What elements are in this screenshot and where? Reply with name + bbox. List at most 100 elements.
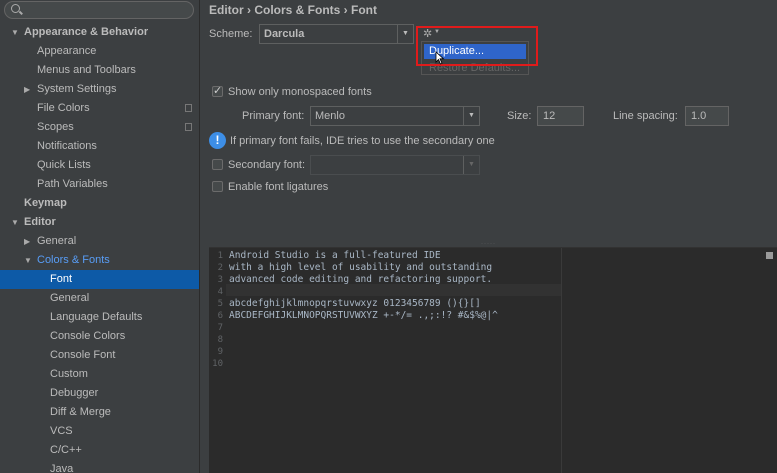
chevron-down-icon: ▼ xyxy=(463,107,479,125)
code-line: ABCDEFGHIJKLMNOPQRSTUVWXYZ +-*/= .,;:!? … xyxy=(229,310,498,321)
sidebar-item-label: General xyxy=(50,292,90,304)
sidebar-item-notifications[interactable]: Notifications xyxy=(0,137,199,156)
monospaced-only-label: Show only monospaced fonts xyxy=(228,86,372,98)
expand-down-icon[interactable]: ▼ xyxy=(11,23,19,42)
sidebar-item-label: Keymap xyxy=(24,197,67,209)
chevron-down-icon: ▼ xyxy=(463,156,479,174)
sidebar-item-font[interactable]: Font xyxy=(0,270,199,289)
scheme-label: Scheme: xyxy=(209,28,253,40)
sidebar-item-label: Scopes xyxy=(37,121,74,133)
line-number: 2 xyxy=(217,263,223,273)
font-preview-editor[interactable]: 1 2 3 4 5 6 7 8 9 10 Android Studio is a full-fea… xyxy=(209,247,777,473)
code-line: advanced code editing and refactoring su… xyxy=(229,274,493,285)
sidebar-item-label: C/C++ xyxy=(50,444,82,456)
line-number: 7 xyxy=(217,323,223,333)
sidebar-item-appearance-behavior[interactable]: ▼ Appearance & Behavior xyxy=(0,23,199,42)
scheme-select[interactable]: Darcula ▼ xyxy=(259,24,414,44)
secondary-font-label: Secondary font: xyxy=(228,159,306,171)
code-line: with a high level of usability and outst… xyxy=(229,262,493,273)
mouse-cursor-icon xyxy=(435,51,445,65)
font-settings-panel: Editor › Colors & Fonts › Font Scheme: D… xyxy=(201,0,777,473)
line-number: 9 xyxy=(217,347,223,357)
line-number-gutter: 1 2 3 4 5 6 7 8 9 10 xyxy=(209,248,226,473)
expand-right-icon[interactable]: ▶ xyxy=(24,80,30,99)
sidebar-item-custom[interactable]: Custom xyxy=(0,365,199,384)
sidebar-item-label: Colors & Fonts xyxy=(37,254,110,266)
sidebar-item-label: Menus and Toolbars xyxy=(37,64,136,76)
sidebar-item-path-variables[interactable]: Path Variables xyxy=(0,175,199,194)
expand-right-icon[interactable]: ▶ xyxy=(24,232,30,251)
size-label: Size: xyxy=(507,110,532,122)
line-number: 8 xyxy=(217,335,223,345)
line-spacing-field[interactable]: 1.0 xyxy=(685,106,729,126)
sidebar-item-label: Java xyxy=(50,463,74,473)
primary-font-select[interactable]: Menlo ▼ xyxy=(310,106,480,126)
line-number: 4 xyxy=(217,287,223,297)
sidebar-item-vcs[interactable]: VCS xyxy=(0,422,199,441)
sidebar-item-colors-fonts[interactable]: ▼ Colors & Fonts xyxy=(0,251,199,270)
breadcrumb: Editor › Colors & Fonts › Font xyxy=(209,3,377,17)
sidebar-item-system-settings[interactable]: ▶ System Settings xyxy=(0,80,199,99)
sidebar-item-label: Appearance xyxy=(37,45,97,57)
secondary-font-checkbox[interactable] xyxy=(212,159,223,170)
line-number: 1 xyxy=(217,251,223,261)
sidebar-item-quick-lists[interactable]: Quick Lists xyxy=(0,156,199,175)
sidebar-item-appearance[interactable]: Appearance xyxy=(0,42,199,61)
sidebar-item-label: Diff & Merge xyxy=(50,406,111,418)
right-margin-guide xyxy=(561,248,562,473)
sidebar-item-label: Font xyxy=(50,273,73,285)
sidebar-item-java[interactable]: Java xyxy=(0,460,199,473)
sidebar-item-label: Path Variables xyxy=(37,178,108,190)
sidebar-item-console-font[interactable]: Console Font xyxy=(0,346,199,365)
sidebar-item-diff-merge[interactable]: Diff & Merge xyxy=(0,403,199,422)
line-number: 3 xyxy=(217,275,223,285)
code-line: abcdefghijklmnopqrstuvwxyz 0123456789 ()… xyxy=(229,298,481,309)
project-scope-icon xyxy=(185,104,192,112)
sidebar-item-label: Custom xyxy=(50,368,88,380)
settings-search-input[interactable] xyxy=(4,1,194,19)
expand-down-icon[interactable]: ▼ xyxy=(24,251,32,270)
sidebar-item-console-colors[interactable]: Console Colors xyxy=(0,327,199,346)
chevron-down-icon: ▼ xyxy=(397,25,413,43)
sidebar-item-label: Debugger xyxy=(50,387,99,399)
sidebar-item-scopes[interactable]: Scopes xyxy=(0,118,199,137)
project-scope-icon xyxy=(185,123,192,131)
sidebar-item-label: Notifications xyxy=(37,140,97,152)
font-ligatures-checkbox[interactable] xyxy=(212,181,223,192)
search-icon xyxy=(11,4,20,13)
sidebar-item-editor[interactable]: ▼ Editor xyxy=(0,213,199,232)
font-ligatures-label: Enable font ligatures xyxy=(228,181,329,193)
sidebar-item-label: Quick Lists xyxy=(37,159,91,171)
sidebar-item-label: VCS xyxy=(50,425,73,437)
monospaced-only-checkbox[interactable] xyxy=(212,84,223,97)
inspection-status-icon xyxy=(766,252,773,259)
primary-font-label: Primary font: xyxy=(242,110,305,122)
code-line: Android Studio is a full-featured IDE xyxy=(229,250,441,261)
sidebar-item-label: General xyxy=(37,235,77,247)
sidebar-item-debugger[interactable]: Debugger xyxy=(0,384,199,403)
sidebar-item-general[interactable]: ▶ General xyxy=(0,232,199,251)
sidebar-item-menus-and-toolbars[interactable]: Menus and Toolbars xyxy=(0,61,199,80)
secondary-font-info-text: If primary font fails, IDE tries to use … xyxy=(230,135,495,147)
expand-down-icon[interactable]: ▼ xyxy=(11,213,19,232)
sidebar-item-label: Console Font xyxy=(50,349,116,361)
line-number: 10 xyxy=(212,359,223,369)
secondary-font-select[interactable]: ▼ xyxy=(310,155,480,175)
line-number: 6 xyxy=(217,311,223,321)
primary-font-value: Menlo xyxy=(315,110,345,122)
sidebar-item-general[interactable]: General xyxy=(0,289,199,308)
line-number: 5 xyxy=(217,299,223,309)
sidebar-item-label: Console Colors xyxy=(50,330,126,342)
sidebar-item-label: System Settings xyxy=(37,83,117,95)
info-icon: ! xyxy=(209,132,226,149)
line-spacing-label: Line spacing: xyxy=(613,110,678,122)
sidebar-item-file-colors[interactable]: File Colors xyxy=(0,99,199,118)
scheme-value: Darcula xyxy=(264,28,305,40)
sidebar-item-label: File Colors xyxy=(37,102,90,114)
sidebar-item-c-c[interactable]: C/C++ xyxy=(0,441,199,460)
sidebar-item-keymap[interactable]: Keymap xyxy=(0,194,199,213)
sidebar-item-label: Language Defaults xyxy=(50,311,143,323)
sidebar-item-language-defaults[interactable]: Language Defaults xyxy=(0,308,199,327)
font-size-field[interactable]: 12 xyxy=(537,106,584,126)
sidebar-item-label: Editor xyxy=(24,216,56,228)
